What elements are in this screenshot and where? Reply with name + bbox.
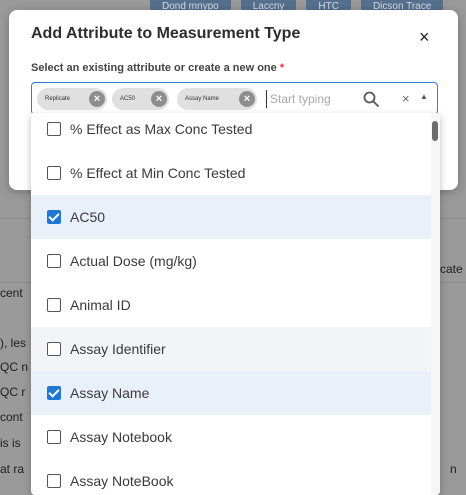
option-label: % Effect at Min Conc Tested xyxy=(70,165,246,181)
option-ac50[interactable]: AC50 xyxy=(31,195,431,239)
option-assay-name[interactable]: Assay Name xyxy=(31,371,431,415)
background-text: QC r xyxy=(0,385,26,399)
attribute-field-label: Select an existing attribute or create a… xyxy=(31,62,284,74)
close-icon[interactable]: × xyxy=(419,28,430,46)
attribute-field-label-text: Select an existing attribute or create a… xyxy=(31,62,277,74)
option-assay-notebook-alt[interactable]: Assay NoteBook xyxy=(31,459,431,495)
attribute-search-input[interactable] xyxy=(266,90,354,108)
option-label: % Effect as Max Conc Tested xyxy=(70,121,253,137)
checkbox[interactable] xyxy=(47,298,61,312)
chip-ac50: AC50 × xyxy=(112,88,169,110)
option-effect-min-conc[interactable]: % Effect at Min Conc Tested xyxy=(31,151,431,195)
option-label: AC50 xyxy=(70,209,106,225)
background-text: cent xyxy=(0,286,23,300)
attribute-multiselect[interactable]: Replicate × AC50 × Assay Name × × ▲ xyxy=(31,82,438,115)
caret-up-icon[interactable]: ▲ xyxy=(420,92,428,101)
scrollbar-track[interactable] xyxy=(431,113,440,495)
background-text: n xyxy=(450,462,457,476)
option-assay-identifier[interactable]: Assay Identifier xyxy=(31,327,431,371)
chip-label: Assay Name xyxy=(185,96,220,102)
option-animal-id[interactable]: Animal ID xyxy=(31,283,431,327)
option-label: Assay Identifier xyxy=(70,341,166,357)
chip-label: AC50 xyxy=(120,96,136,102)
background-text: QC n xyxy=(0,360,29,374)
background-text: cont xyxy=(0,410,23,424)
chip-remove-icon[interactable]: × xyxy=(151,91,167,107)
option-effect-max-conc[interactable]: % Effect as Max Conc Tested xyxy=(31,113,431,151)
option-label: Actual Dose (mg/kg) xyxy=(70,253,197,269)
option-label: Assay Notebook xyxy=(70,429,172,445)
option-label: Assay NoteBook xyxy=(70,473,174,489)
chip-assay-name: Assay Name × xyxy=(177,88,257,110)
option-actual-dose[interactable]: Actual Dose (mg/kg) xyxy=(31,239,431,283)
background-text: at ra xyxy=(0,462,25,476)
checkbox[interactable] xyxy=(47,342,61,356)
background-text: ), les xyxy=(0,336,27,350)
clear-icon[interactable]: × xyxy=(402,91,410,106)
background-text: cate xyxy=(440,262,463,276)
checkbox[interactable] xyxy=(47,474,61,488)
checkbox-checked[interactable] xyxy=(47,210,61,224)
search-icon[interactable] xyxy=(362,90,380,108)
option-label: Animal ID xyxy=(70,297,131,313)
required-mark: * xyxy=(279,62,285,74)
checkbox[interactable] xyxy=(47,254,61,268)
scrollbar-thumb[interactable] xyxy=(432,121,438,141)
chip-remove-icon[interactable]: × xyxy=(239,91,255,107)
checkbox[interactable] xyxy=(47,122,61,136)
chip-label: Replicate xyxy=(45,96,71,102)
checkbox-checked[interactable] xyxy=(47,386,61,400)
checkbox[interactable] xyxy=(47,166,61,180)
checkbox[interactable] xyxy=(47,430,61,444)
attribute-options-list: % Effect as Max Conc Tested % Effect at … xyxy=(31,113,440,495)
option-label: Assay Name xyxy=(70,385,150,401)
dialog-title: Add Attribute to Measurement Type xyxy=(31,25,301,42)
chip-replicate: Replicate × xyxy=(37,88,107,110)
option-assay-notebook[interactable]: Assay Notebook xyxy=(31,415,431,459)
background-text: is is xyxy=(0,436,21,450)
chip-remove-icon[interactable]: × xyxy=(89,91,105,107)
